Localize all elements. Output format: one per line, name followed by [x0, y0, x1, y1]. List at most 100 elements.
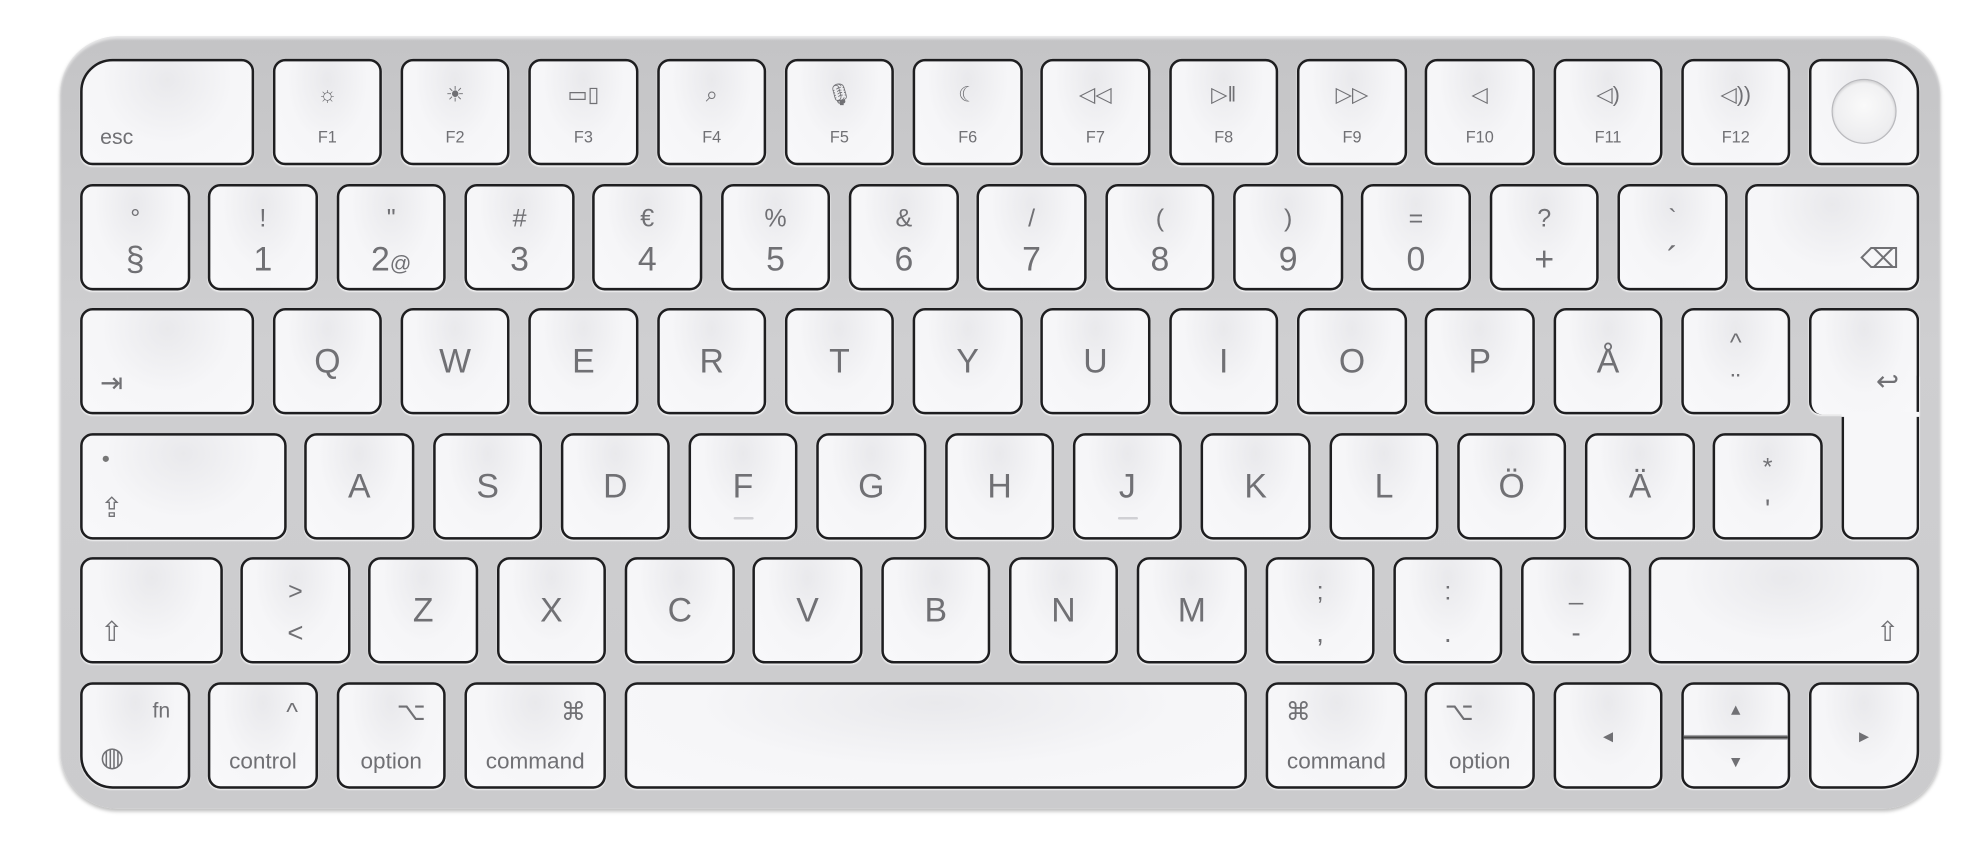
key-49[interactable]: ! 1 — [207, 184, 318, 291]
command-key-left[interactable]: ⌘ command — [464, 682, 606, 789]
key-h[interactable]: H — [945, 433, 1055, 540]
command-key-right[interactable]: ⌘ command — [1265, 682, 1408, 789]
key-54[interactable]: & 6 — [848, 184, 959, 291]
key-g[interactable]: G — [816, 433, 927, 540]
key-legend: + — [1492, 240, 1596, 278]
key-r[interactable]: R — [657, 307, 767, 415]
command-label: command — [1286, 748, 1386, 774]
key-o[interactable]: O — [1296, 307, 1408, 415]
main-legend: + — [1534, 240, 1555, 278]
key-i[interactable]: I — [1169, 307, 1279, 415]
key-b[interactable]: B — [881, 557, 991, 664]
option-key-right[interactable]: ⌥ option — [1424, 682, 1535, 789]
key-f3[interactable]: ▭▯ F3 — [528, 58, 639, 166]
tab-key[interactable]: ⇥ — [80, 307, 255, 415]
key-z[interactable]: Z — [368, 557, 479, 664]
key-168[interactable]: ^ ¨ — [1681, 307, 1791, 415]
key-n[interactable]: N — [1009, 557, 1118, 664]
key-f9[interactable]: ▷▷ F9 — [1296, 58, 1408, 166]
key-51[interactable]: #3 — [464, 184, 575, 291]
key-divider — [1683, 734, 1788, 740]
key-j[interactable]: J — [1072, 433, 1182, 540]
shift-legend: ° — [130, 205, 141, 233]
return-icon: ↩ — [1876, 365, 1900, 397]
key-legend: V — [796, 590, 819, 629]
key-50[interactable]: " 2@ — [336, 184, 446, 291]
key-l[interactable]: L — [1329, 433, 1439, 540]
key-ä[interactable]: Ä — [1584, 433, 1696, 540]
key-39[interactable]: * ' — [1712, 433, 1823, 540]
key-legend: Ö — [1498, 466, 1525, 505]
caps-lock-key[interactable]: ⇪ — [80, 433, 287, 540]
key-y[interactable]: Y — [912, 307, 1023, 415]
shift-key[interactable]: ⇧ — [80, 557, 223, 664]
key-f5[interactable]: 🎙 F5 — [784, 58, 894, 166]
key-e[interactable]: E — [528, 307, 639, 415]
shift-legend: = — [1408, 205, 1424, 233]
shift-legend: / — [1028, 205, 1036, 233]
key-52[interactable]: €4 — [592, 184, 703, 291]
touch-id-key[interactable] — [1808, 58, 1920, 166]
key-46[interactable]: :. — [1393, 557, 1503, 664]
key-legend: L — [1374, 466, 1394, 505]
key-m[interactable]: M — [1136, 557, 1247, 664]
key-55[interactable]: /7 — [976, 184, 1087, 291]
key-v[interactable]: V — [752, 557, 863, 664]
main-legend: 7 — [1022, 240, 1041, 278]
esc-key[interactable]: esc — [80, 58, 255, 166]
up-down-arrow-keys[interactable]: ▴ ▾ — [1681, 682, 1791, 789]
key-f6[interactable]: ☾ F6 — [912, 58, 1023, 166]
key-f12[interactable]: ◁)) F12 — [1681, 58, 1791, 166]
space-bar[interactable] — [624, 682, 1247, 789]
key-t[interactable]: T — [784, 307, 894, 415]
shift-key[interactable]: ⇧ — [1648, 557, 1920, 664]
mute-icon: ◁ — [1471, 82, 1488, 107]
key-180[interactable]: ` ´ — [1617, 184, 1728, 291]
arrow-right-key[interactable]: ▸ — [1808, 682, 1920, 789]
key-45[interactable]: _ - — [1521, 557, 1632, 664]
key-s[interactable]: S — [433, 433, 543, 540]
key-f8[interactable]: ▷‖ F8 — [1169, 58, 1279, 166]
key-f7[interactable]: ◁◁ F7 — [1040, 58, 1151, 166]
key-ö[interactable]: Ö — [1457, 433, 1567, 540]
key-60[interactable]: > < — [240, 557, 351, 664]
main-legend: ´ — [1666, 240, 1679, 278]
key-48[interactable]: = 0 — [1360, 184, 1471, 291]
key-å[interactable]: Å — [1553, 307, 1663, 415]
return-key[interactable]: ↩ — [1808, 307, 1920, 417]
key-f[interactable]: F — [688, 433, 798, 540]
key-57[interactable]: ) 9 — [1233, 184, 1344, 291]
key-44[interactable]: ;, — [1265, 557, 1375, 664]
key-f1[interactable]: ☼ F1 — [272, 58, 382, 166]
key-w[interactable]: W — [400, 307, 510, 415]
backspace-key[interactable]: ⌫ — [1745, 184, 1920, 291]
option-key-left[interactable]: ⌥ option — [336, 682, 446, 789]
key-x[interactable]: X — [497, 557, 606, 664]
fn-key[interactable]: fn ◍ — [80, 682, 191, 789]
fn-label: F2 — [445, 127, 465, 147]
key-f2[interactable]: ☀ F2 — [400, 58, 510, 166]
key-d[interactable]: D — [560, 433, 670, 540]
key-f4[interactable]: ⌕ F4 — [657, 58, 767, 166]
key-p[interactable]: P — [1424, 307, 1535, 415]
key-k[interactable]: K — [1200, 433, 1311, 540]
key-legend: < — [243, 619, 348, 648]
control-key-left[interactable]: ^ control — [207, 682, 318, 789]
key-f11[interactable]: ◁) F11 — [1553, 58, 1663, 166]
moon-icon: ☾ — [958, 82, 978, 107]
key-f10[interactable]: ◁ F10 — [1424, 58, 1535, 166]
key-167[interactable]: ° § — [80, 184, 191, 291]
shift-icon: ⇧ — [100, 615, 124, 648]
touch-id-icon — [1831, 78, 1897, 144]
key-q[interactable]: Q — [272, 307, 382, 415]
arrow-left-key[interactable]: ◂ — [1553, 682, 1663, 789]
key-56[interactable]: (8 — [1105, 184, 1215, 291]
key-u[interactable]: U — [1040, 307, 1151, 415]
main-legend: - — [1571, 617, 1581, 649]
fn-label: F8 — [1214, 127, 1234, 147]
key-c[interactable]: C — [624, 557, 735, 664]
command-icon: ⌘ — [1285, 698, 1311, 727]
key-43[interactable]: ? + — [1489, 184, 1599, 291]
key-a[interactable]: A — [304, 433, 415, 540]
key-53[interactable]: % 5 — [721, 184, 831, 291]
